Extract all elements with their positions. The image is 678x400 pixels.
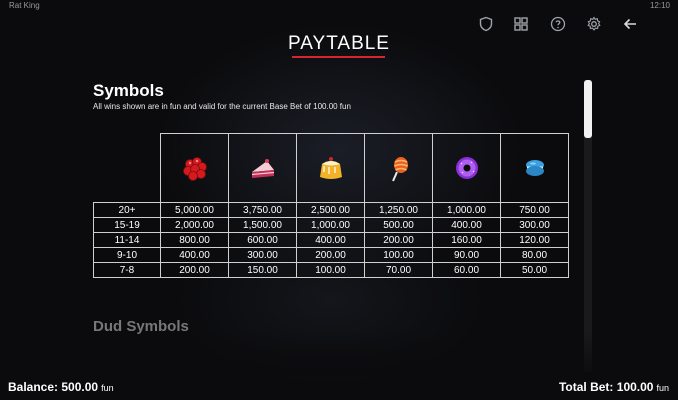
shield-icon[interactable] <box>478 16 494 32</box>
symbols-subtitle: All wins shown are in fun and valid for … <box>93 102 351 111</box>
lollipop-icon <box>391 157 408 182</box>
back-arrow-icon[interactable] <box>622 16 638 32</box>
donut-icon <box>455 157 478 179</box>
payout-cell: 400.00 <box>160 247 229 263</box>
symbol-cell <box>296 133 365 203</box>
paytable-grid: 20+ 5,000.00 3,750.00 2,500.00 1,250.00 … <box>93 133 569 278</box>
payout-cell: 90.00 <box>432 247 501 263</box>
row-label: 20+ <box>93 202 161 218</box>
scrollbar-thumb[interactable] <box>584 80 592 138</box>
payout-cell: 70.00 <box>364 262 433 278</box>
balance-display: Balance: 500.00 fun <box>8 380 114 394</box>
payout-cell: 200.00 <box>364 232 433 248</box>
payout-cell: 600.00 <box>228 232 297 248</box>
payout-cell: 1,500.00 <box>228 217 297 233</box>
row-label: 11-14 <box>93 232 161 248</box>
symbol-cell <box>500 133 569 203</box>
payout-cell: 150.00 <box>228 262 297 278</box>
table-row: 11-14 800.00 600.00 400.00 200.00 160.00… <box>93 232 569 248</box>
app-name: Rat King <box>9 1 40 10</box>
row-label: 15-19 <box>93 217 161 233</box>
balance-label: Balance: <box>8 380 59 394</box>
table-row: 20+ 5,000.00 3,750.00 2,500.00 1,250.00 … <box>93 202 569 218</box>
total-bet-label: Total Bet: <box>558 380 614 394</box>
payout-cell: 1,000.00 <box>296 217 365 233</box>
payout-cell: 200.00 <box>296 247 365 263</box>
symbol-cell <box>160 133 229 203</box>
payout-cell: 100.00 <box>296 262 365 278</box>
payout-cell: 800.00 <box>160 232 229 248</box>
payout-cell: 60.00 <box>432 262 501 278</box>
balance-value: 500.00 <box>61 380 99 394</box>
payout-cell: 400.00 <box>432 217 501 233</box>
title-underline <box>292 56 385 58</box>
table-row: 7-8 200.00 150.00 100.00 70.00 60.00 50.… <box>93 262 569 278</box>
table-row: 9-10 400.00 300.00 200.00 100.00 90.00 8… <box>93 247 569 263</box>
symbol-cell <box>228 133 297 203</box>
table-row: 15-19 2,000.00 1,500.00 1,000.00 500.00 … <box>93 217 569 233</box>
gear-icon[interactable] <box>586 16 602 32</box>
status-bar: Rat King 12:10 <box>0 0 678 12</box>
symbol-cell <box>364 133 433 203</box>
payout-cell: 100.00 <box>364 247 433 263</box>
payout-cell: 300.00 <box>228 247 297 263</box>
payout-cell: 80.00 <box>500 247 569 263</box>
symbol-row <box>94 133 569 203</box>
payout-cell: 5,000.00 <box>160 202 229 218</box>
row-label: 7-8 <box>93 262 161 278</box>
corner-cell <box>94 134 161 203</box>
symbol-cell <box>432 133 501 203</box>
payout-cell: 200.00 <box>160 262 229 278</box>
payout-cell: 50.00 <box>500 262 569 278</box>
macaron-icon <box>525 160 544 176</box>
raspberry-icon <box>182 157 207 181</box>
payout-cell: 300.00 <box>500 217 569 233</box>
bottom-fade <box>0 330 678 375</box>
payout-cell: 750.00 <box>500 202 569 218</box>
payout-cell: 400.00 <box>296 232 365 248</box>
payout-cell: 2,500.00 <box>296 202 365 218</box>
payout-cell: 120.00 <box>500 232 569 248</box>
help-icon[interactable] <box>550 16 566 32</box>
row-label: 9-10 <box>93 247 161 263</box>
total-bet-value: 100.00 <box>616 380 654 394</box>
balance-unit: fun <box>101 383 114 393</box>
payout-cell: 1,250.00 <box>364 202 433 218</box>
payout-cell: 2,000.00 <box>160 217 229 233</box>
payout-cell: 160.00 <box>432 232 501 248</box>
pudding-icon <box>319 157 342 179</box>
payout-cell: 1,000.00 <box>432 202 501 218</box>
cake-slice-icon <box>251 159 274 178</box>
payout-cell: 3,750.00 <box>228 202 297 218</box>
grid-icon[interactable] <box>513 16 529 32</box>
symbols-heading: Symbols <box>93 81 164 100</box>
clock: 12:10 <box>649 1 670 10</box>
page-title: PAYTABLE <box>288 33 390 54</box>
total-bet-unit: fun <box>656 383 669 393</box>
total-bet-display: Total Bet: 100.00 fun <box>559 380 669 394</box>
payout-cell: 500.00 <box>364 217 433 233</box>
